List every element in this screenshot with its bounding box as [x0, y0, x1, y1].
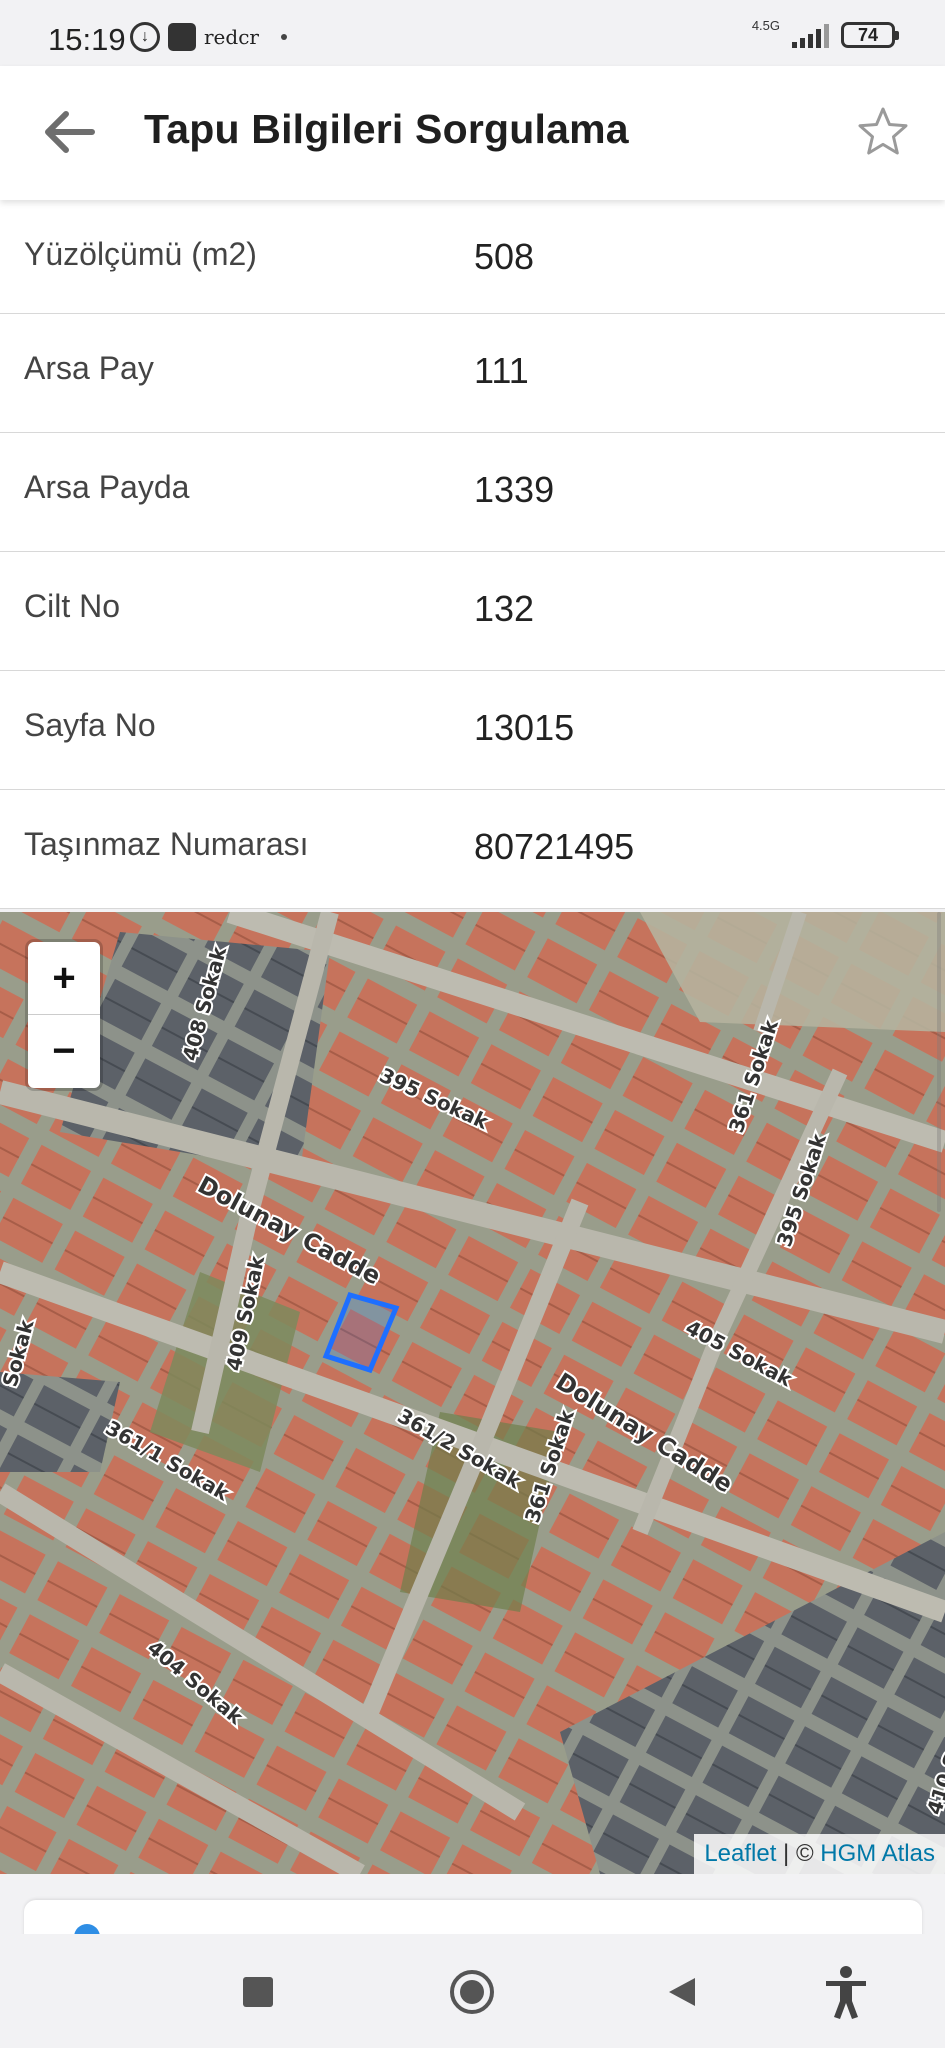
app-icon — [168, 23, 196, 51]
info-label: Arsa Pay — [24, 350, 154, 386]
signal-icon — [792, 22, 829, 48]
zoom-control: + − — [28, 942, 100, 1088]
info-row-area: Yüzölçümü (m2) 508 — [0, 200, 945, 314]
info-value: 80721495 — [474, 826, 635, 867]
info-row-land-share-denominator: Arsa Payda 1339 — [0, 433, 945, 552]
back-nav-button[interactable] — [654, 1964, 710, 2020]
leaflet-link[interactable]: Leaflet — [704, 1840, 776, 1867]
notification-app-name: redcr — [204, 25, 259, 49]
back-button[interactable] — [38, 102, 98, 162]
zoom-in-button[interactable]: + — [28, 942, 100, 1015]
network-type: 4.5G — [751, 17, 780, 33]
status-bar: 15:19 ↓ redcr 4.5G 74 — [0, 0, 945, 66]
system-nav-bar — [0, 1934, 945, 2048]
battery-level: 74 — [857, 24, 879, 45]
status-time: 15:19 — [48, 22, 126, 57]
status-indicators: 4.5G 74 — [752, 18, 899, 48]
info-row-volume-no: Cilt No 132 — [0, 552, 945, 671]
info-value: 1339 — [474, 469, 555, 510]
arrow-left-icon — [45, 111, 95, 153]
download-icon: ↓ — [130, 22, 160, 52]
map-attribution: Leaflet | © HGM Atlas — [694, 1834, 945, 1874]
info-row-land-share: Arsa Pay 111 — [0, 314, 945, 433]
notification-icons: ↓ redcr — [130, 22, 287, 52]
zoom-out-button[interactable]: − — [28, 1015, 100, 1087]
info-row-page-no: Sayfa No 13015 — [0, 671, 945, 790]
info-row-property-number: Taşınmaz Numarası 80721495 — [0, 790, 945, 909]
page-title: Tapu Bilgileri Sorgulama — [144, 106, 629, 152]
map-imagery: 408 Sokak 395 Sokak 361 Sokak 395 Sokak … — [0, 912, 945, 1874]
info-label: Sayfa No — [24, 707, 156, 743]
info-label: Taşınmaz Numarası — [24, 826, 309, 862]
accessibility-button[interactable] — [818, 1964, 874, 2020]
satellite-map[interactable]: 408 Sokak 395 Sokak 361 Sokak 395 Sokak … — [0, 912, 945, 1874]
home-circle-icon — [450, 1970, 494, 2014]
info-label: Yüzölçümü (m2) — [24, 236, 257, 272]
deed-info-list: Yüzölçümü (m2) 508 Arsa Pay 111 Arsa Pay… — [0, 200, 945, 909]
app-bar: Tapu Bilgileri Sorgulama — [0, 66, 945, 200]
back-triangle-icon — [669, 1978, 695, 2006]
more-notifications-dot — [280, 34, 287, 40]
info-value: 508 — [474, 236, 535, 277]
info-value: 132 — [474, 588, 535, 629]
home-button[interactable] — [444, 1964, 500, 2020]
battery-icon: 74 — [841, 22, 899, 48]
info-label: Arsa Payda — [24, 469, 190, 505]
info-label: Cilt No — [24, 588, 121, 624]
recents-button[interactable] — [230, 1964, 286, 2020]
square-icon — [243, 1977, 273, 2007]
star-outline-icon — [858, 107, 908, 155]
info-value: 111 — [474, 350, 529, 391]
hgm-atlas-link[interactable]: HGM Atlas — [820, 1840, 935, 1867]
attribution-separator: | © — [776, 1840, 821, 1867]
accessibility-icon — [826, 1966, 866, 2019]
favorite-button[interactable] — [855, 104, 911, 160]
scrollbar[interactable] — [937, 912, 941, 1212]
info-value: 13015 — [474, 707, 575, 748]
